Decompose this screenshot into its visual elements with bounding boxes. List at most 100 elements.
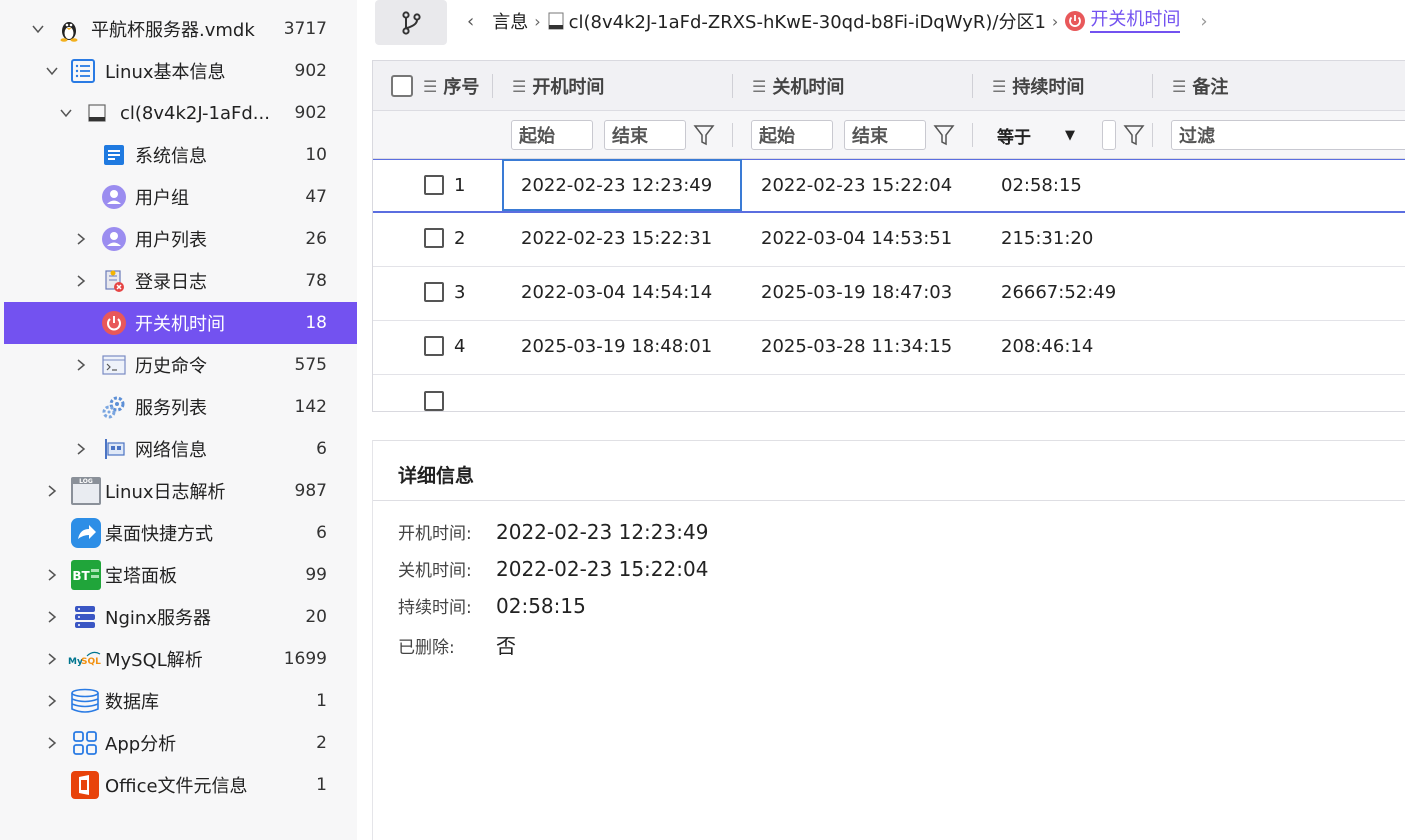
column-divider[interactable] [492,74,493,98]
list-document-icon [70,58,96,84]
disk-drive-icon [84,100,110,126]
branch-button[interactable] [375,0,447,45]
row-checkbox[interactable] [424,282,444,302]
chevron-right-icon[interactable] [42,649,62,669]
select-all-checkbox[interactable] [391,75,413,97]
tree-item-app-analysis[interactable]: App分析 2 [4,722,357,764]
tree-item-label: Nginx服务器 [105,608,211,629]
table-row[interactable]: 3 2022-03-04 14:54:14 2025-03-19 18:47:0… [373,267,1405,321]
chevron-right-icon[interactable] [71,439,91,459]
column-divider [732,123,733,147]
chevron-right-icon[interactable] [71,355,91,375]
column-header-remark[interactable]: ☰ 备注 [1172,61,1228,111]
end-time-to-filter[interactable]: 结束 [844,120,926,150]
server-icon [72,604,98,630]
column-menu-icon[interactable]: ☰ [752,77,766,96]
tree-item-user-list[interactable]: 用户列表 26 [4,218,357,260]
column-menu-icon[interactable]: ☰ [1172,77,1186,96]
svg-text:SQL: SQL [81,657,101,667]
detail-field: 关机时间: 2022-02-23 15:22:04 [398,556,708,581]
remark-filter-input[interactable]: 过滤 [1171,120,1405,150]
duration-value-filter[interactable] [1102,120,1116,150]
column-menu-icon[interactable]: ☰ [992,77,1006,96]
tree-item-vmdk[interactable]: 平航杯服务器.vmdk 3717 [4,8,357,50]
chevron-right-icon[interactable] [42,565,62,585]
table-row[interactable]: 2 2022-02-23 15:22:31 2022-03-04 14:53:5… [373,213,1405,267]
tree-item-history-command[interactable]: 历史命令 575 [4,344,357,386]
forward-chevron-icon[interactable]: › [1200,11,1207,32]
row-checkbox[interactable] [424,175,444,195]
log-file-icon: LOG [70,475,102,507]
tree-item-database[interactable]: 数据库 1 [4,680,357,722]
tree-item-linux-log-parse[interactable]: LOG Linux日志解析 987 [4,470,357,512]
chevron-down-icon[interactable] [56,103,76,123]
tree-item-count: 78 [305,271,327,291]
tree-item-network-info[interactable]: 网络信息 6 [4,428,357,470]
column-header-end-time[interactable]: ☰ 关机时间 [752,61,844,111]
column-divider[interactable] [972,74,973,98]
filter-funnel-icon[interactable] [1123,123,1145,147]
table-row-partial[interactable] [373,375,1405,411]
end-time-from-filter[interactable]: 起始 [751,120,833,150]
row-index: 3 [454,282,466,303]
app-grid-icon [72,730,98,756]
start-time-to-filter[interactable]: 结束 [604,120,686,150]
tree-item-count: 20 [305,607,327,627]
tree-item-system-info[interactable]: 系统信息 10 [4,134,357,176]
table-row[interactable]: 1 2022-02-23 12:23:49 2022-02-23 15:22:0… [373,159,1405,213]
tree-item-office-metadata[interactable]: Office文件元信息 1 [4,764,357,806]
tree-item-mysql-parse[interactable]: My SQL MySQL解析 1699 [4,638,357,680]
chevron-right-icon[interactable] [42,607,62,627]
start-time-from-filter[interactable]: 起始 [511,120,593,150]
mysql-logo-icon: My SQL [67,646,103,672]
tree-item-desktop-shortcuts[interactable]: 桌面快捷方式 6 [4,512,357,554]
tree-item-service-list[interactable]: 服务列表 142 [4,386,357,428]
breadcrumb-item[interactable]: 言息 [492,8,528,34]
tree-item-partition[interactable]: cl(8v4k2J-1aFd... 902 [4,92,357,134]
tree-item-power-on-off-time[interactable]: 开关机时间 18 [4,302,357,344]
filter-funnel-icon[interactable] [933,123,955,147]
toolbar: ‹ 言息 › cl(8v4k2J-1aFd-ZRXS-hKwE-30qd-b8F… [372,0,1405,48]
chevron-right-icon[interactable] [71,229,91,249]
cell-start-time: 2022-02-23 15:22:31 [521,228,713,249]
column-header-index[interactable]: ☰ 序号 [423,61,479,111]
main-panel: ‹ 言息 › cl(8v4k2J-1aFd-ZRXS-hKwE-30qd-b8F… [372,0,1405,840]
duration-operator-select[interactable]: 等于 ▼ [997,121,1075,149]
tree-item-nginx-server[interactable]: Nginx服务器 20 [4,596,357,638]
tree-item-bt-panel[interactable]: BT 宝塔面板 99 [4,554,357,596]
chevron-right-icon[interactable] [42,481,62,501]
column-menu-icon[interactable]: ☰ [512,77,526,96]
row-checkbox[interactable] [424,228,444,248]
table-row[interactable]: 4 2025-03-19 18:48:01 2025-03-28 11:34:1… [373,321,1405,375]
cell-end-time: 2025-03-19 18:47:03 [761,282,953,303]
database-icon [70,688,100,714]
breadcrumb-current[interactable]: 开关机时间 [1090,9,1181,33]
tree-item-linux-basic-info[interactable]: Linux基本信息 902 [4,50,357,92]
column-header-start-time[interactable]: ☰ 开机时间 [512,61,604,111]
tree-item-login-log[interactable]: 登录日志 78 [4,260,357,302]
breadcrumb-item[interactable]: cl(8v4k2J-1aFd-ZRXS-hKwE-30qd-b8Fi-iDqWy… [569,8,1046,34]
detail-key: 关机时间: [398,561,472,581]
row-index: 4 [454,336,466,357]
column-divider[interactable] [1152,74,1153,98]
sidebar: 平航杯服务器.vmdk 3717 Linux基本信息 902 cl(8v4k2J… [0,0,357,840]
filter-funnel-icon[interactable] [693,123,715,147]
shortcut-arrow-icon [70,517,102,549]
row-checkbox[interactable] [424,391,444,411]
column-divider [972,123,973,147]
chevron-right-icon[interactable] [42,691,62,711]
gears-icon [101,394,127,420]
detail-value: 02:58:15 [496,594,586,618]
tree-item-count: 10 [305,145,327,165]
column-header-duration[interactable]: ☰ 持续时间 [992,61,1084,111]
back-chevron-icon[interactable]: ‹ [467,11,474,32]
row-checkbox[interactable] [424,336,444,356]
chevron-down-icon[interactable] [42,61,62,81]
detail-key: 已删除: [398,638,455,658]
chevron-right-icon[interactable] [42,733,62,753]
column-menu-icon[interactable]: ☰ [423,77,437,96]
chevron-right-icon[interactable] [71,271,91,291]
tree-item-user-group[interactable]: 用户组 47 [4,176,357,218]
column-divider[interactable] [732,74,733,98]
chevron-down-icon[interactable] [28,19,48,39]
